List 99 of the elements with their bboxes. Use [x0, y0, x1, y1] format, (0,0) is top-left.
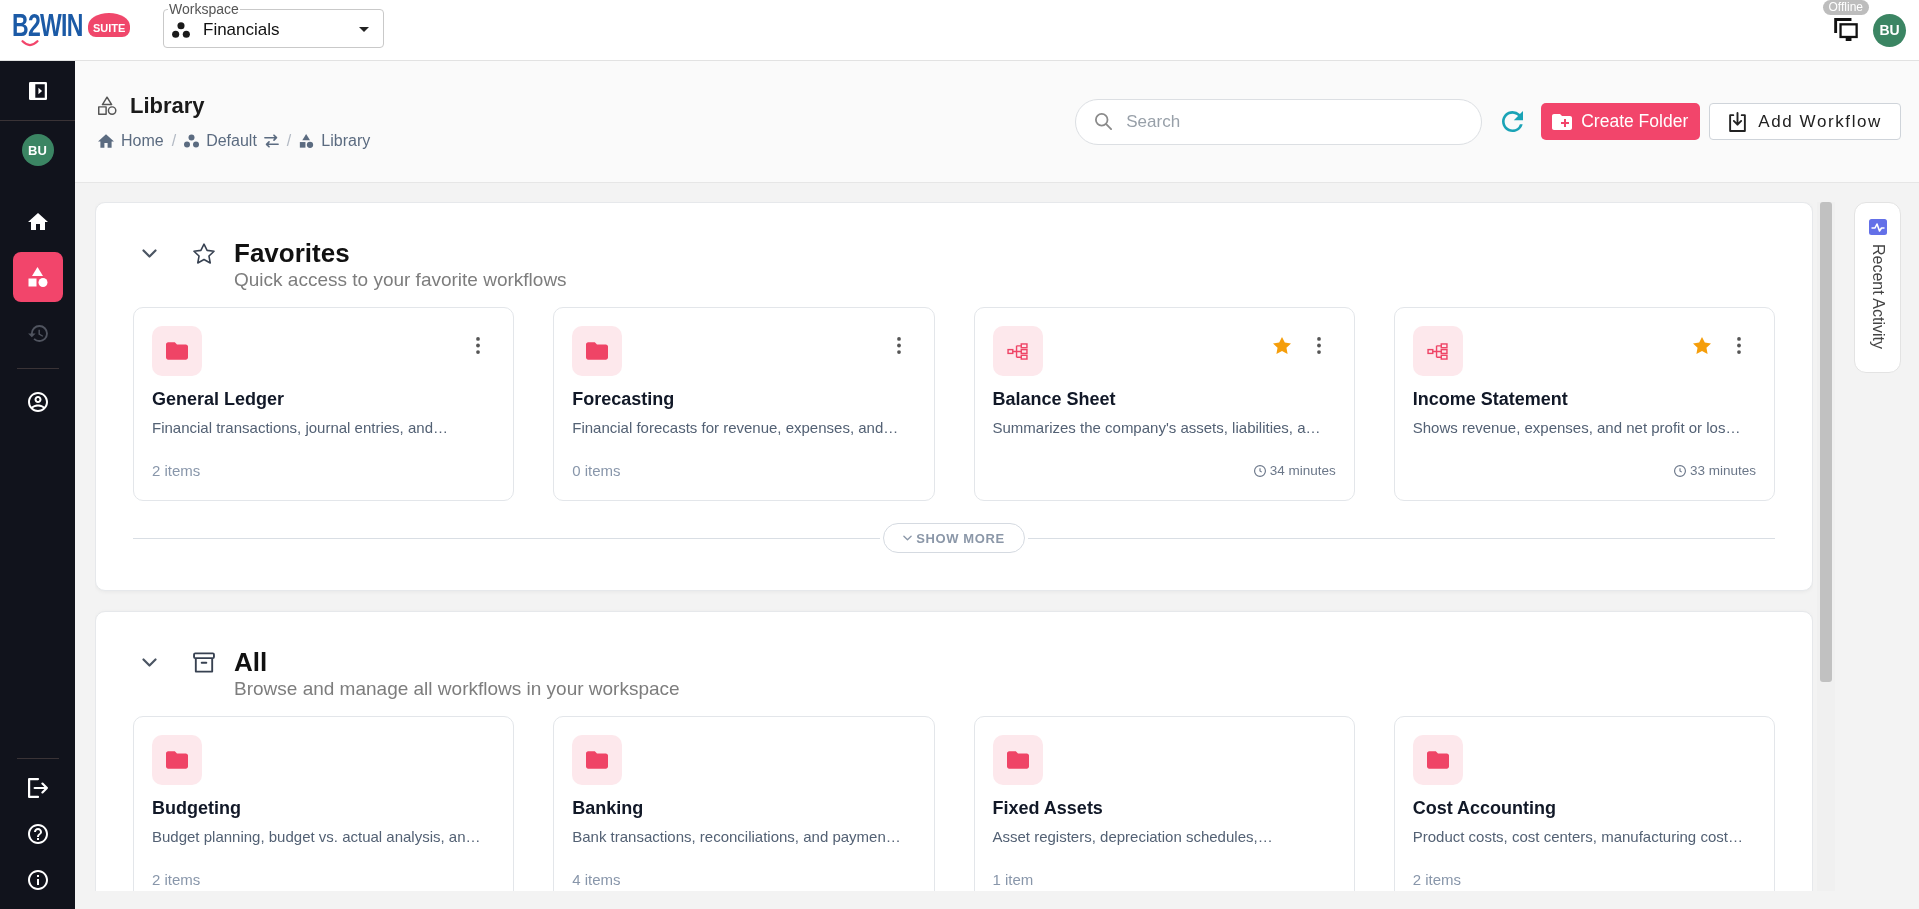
user-avatar[interactable]: BU — [21, 134, 54, 166]
dots-icon — [184, 133, 200, 148]
user-icon — [27, 392, 48, 412]
workflow-card[interactable]: Balance Sheet Summarizes the company's assets, liabilities, a… 34 minutes — [973, 307, 1355, 501]
folder-icon — [992, 735, 1043, 785]
updated-time: 33 minutes — [1689, 462, 1756, 480]
star-icon — [193, 242, 215, 264]
folder-icon — [572, 326, 623, 376]
clock-icon — [1673, 465, 1686, 477]
caret-icon — [359, 27, 369, 32]
home-icon — [27, 212, 48, 230]
card-description: Bank transactions, reconciliations, and paymen… — [572, 827, 902, 847]
card-title: Banking — [572, 797, 645, 819]
info-icon — [27, 870, 48, 890]
card-description: Summarizes the company's assets, liabilities, a… — [992, 418, 1322, 438]
swap-icon[interactable] — [263, 133, 279, 148]
card-title: Balance Sheet — [992, 388, 1117, 410]
card-description: Shows revenue, expenses, and net profit or los… — [1412, 418, 1742, 438]
workspace-select[interactable]: Workspace Financials — [163, 2, 384, 48]
more-icon[interactable] — [896, 336, 901, 354]
workflow-icon — [992, 326, 1043, 376]
more-icon[interactable] — [1737, 336, 1741, 354]
history-icon — [27, 324, 48, 342]
section-subtitle: Browse and manage all workflows in your workspace — [234, 678, 680, 700]
status-badge: Offline — [1822, 0, 1869, 15]
item-count: 4 items — [572, 870, 621, 890]
workflow-icon — [1412, 326, 1463, 376]
card-description: Product costs, cost centers, manufacturing cost… — [1412, 827, 1744, 847]
card-title: Budgeting — [152, 797, 242, 819]
page-title: Library — [130, 91, 205, 120]
select-value: Financials — [203, 19, 281, 40]
pulse-icon — [1868, 219, 1887, 235]
logout-icon — [27, 778, 48, 798]
library-button[interactable] — [12, 252, 63, 302]
more-icon[interactable] — [1316, 336, 1321, 354]
breadcrumb-link[interactable]: Library — [299, 129, 371, 152]
clock-icon — [1253, 465, 1266, 477]
folder-card[interactable]: General Ledger Financial transactions, journal entries, and… 2 items — [133, 307, 515, 501]
item-count: 2 items — [152, 461, 201, 481]
card-title: General Ledger — [152, 388, 286, 410]
folder-icon — [152, 735, 202, 785]
panel-icon[interactable] — [28, 81, 47, 100]
logo-smile-icon — [21, 40, 39, 47]
shapes-icon — [27, 267, 48, 287]
logo-wordmark: B2WIN — [12, 13, 83, 37]
workspace-icon — [172, 21, 190, 38]
folder-icon — [152, 326, 202, 376]
item-count: 1 item — [992, 870, 1034, 890]
item-count: 2 items — [1412, 870, 1462, 890]
card-description: Budget planning, budget vs. actual analysis, an… — [152, 827, 482, 847]
item-count: 2 items — [152, 870, 201, 890]
archive-icon — [193, 651, 215, 673]
card-title: Cost Accounting — [1412, 797, 1558, 819]
search-icon — [1095, 112, 1113, 130]
refresh-icon[interactable] — [1502, 111, 1524, 132]
monitor-icon[interactable] — [1833, 18, 1858, 41]
breadcrumb-separator: / — [171, 130, 177, 151]
section-subtitle: Quick access to your favorite workflows — [234, 269, 567, 291]
item-count: 0 items — [572, 461, 621, 481]
shapes-icon — [98, 96, 117, 115]
recent-activity-tab[interactable]: Recent Activity — [1854, 202, 1901, 373]
shapes-icon — [299, 133, 315, 148]
folder-plus-icon — [1552, 113, 1573, 130]
breadcrumb-link[interactable]: Default — [184, 129, 257, 152]
breadcrumb-link[interactable]: Home — [98, 129, 164, 152]
more-icon[interactable] — [476, 336, 481, 354]
card-title: Income Statement — [1412, 388, 1569, 410]
search-field[interactable]: Search — [1075, 98, 1483, 145]
updated-time: 34 minutes — [1269, 462, 1336, 480]
folder-icon — [1412, 735, 1463, 785]
home-icon — [98, 133, 114, 148]
chevron-down-icon — [903, 535, 913, 541]
scrollbar-thumb[interactable] — [1820, 202, 1832, 682]
chevron-down-icon[interactable] — [141, 248, 157, 258]
help-icon — [27, 824, 48, 844]
folder-card[interactable]: Fixed Assets Asset registers, depreciation schedules,… 1 item — [973, 716, 1355, 891]
field-label: Workspace — [168, 2, 240, 16]
section-title: Favorites — [234, 239, 351, 267]
download-icon — [1729, 111, 1747, 132]
folder-card[interactable]: Banking Bank transactions, reconciliations, and paymen… 4 items — [553, 716, 935, 891]
workflow-card[interactable]: Income Statement Shows revenue, expenses, and net profit or los… 33 minutes — [1393, 307, 1775, 501]
add-workflow-button[interactable]: Add Workflow — [1709, 103, 1901, 140]
card-title: Forecasting — [572, 388, 676, 410]
chevron-down-icon[interactable] — [141, 657, 157, 667]
breadcrumb-separator: / — [286, 130, 292, 151]
card-description: Financial transactions, journal entries, and… — [152, 418, 449, 438]
create-folder-button[interactable]: Create Folder — [1541, 103, 1701, 140]
section-title: All — [234, 648, 269, 676]
user-avatar[interactable]: BU — [1873, 13, 1906, 47]
card-description: Asset registers, depreciation schedules,… — [992, 827, 1274, 847]
card-description: Financial forecasts for revenue, expenses, and… — [572, 418, 900, 438]
folder-card[interactable]: Forecasting Financial forecasts for revenue, expenses, and… 0 items — [553, 307, 935, 501]
star-icon[interactable] — [1693, 336, 1711, 354]
folder-icon — [572, 735, 623, 785]
star-icon[interactable] — [1272, 336, 1291, 354]
card-title: Fixed Assets — [992, 797, 1104, 819]
folder-card[interactable]: Cost Accounting Product costs, cost centers, manufacturing cost… 2 items — [1393, 716, 1775, 891]
folder-card[interactable]: Budgeting Budget planning, budget vs. actual analysis, an… 2 items — [133, 716, 515, 891]
logo-badge: SUITE — [88, 13, 131, 37]
